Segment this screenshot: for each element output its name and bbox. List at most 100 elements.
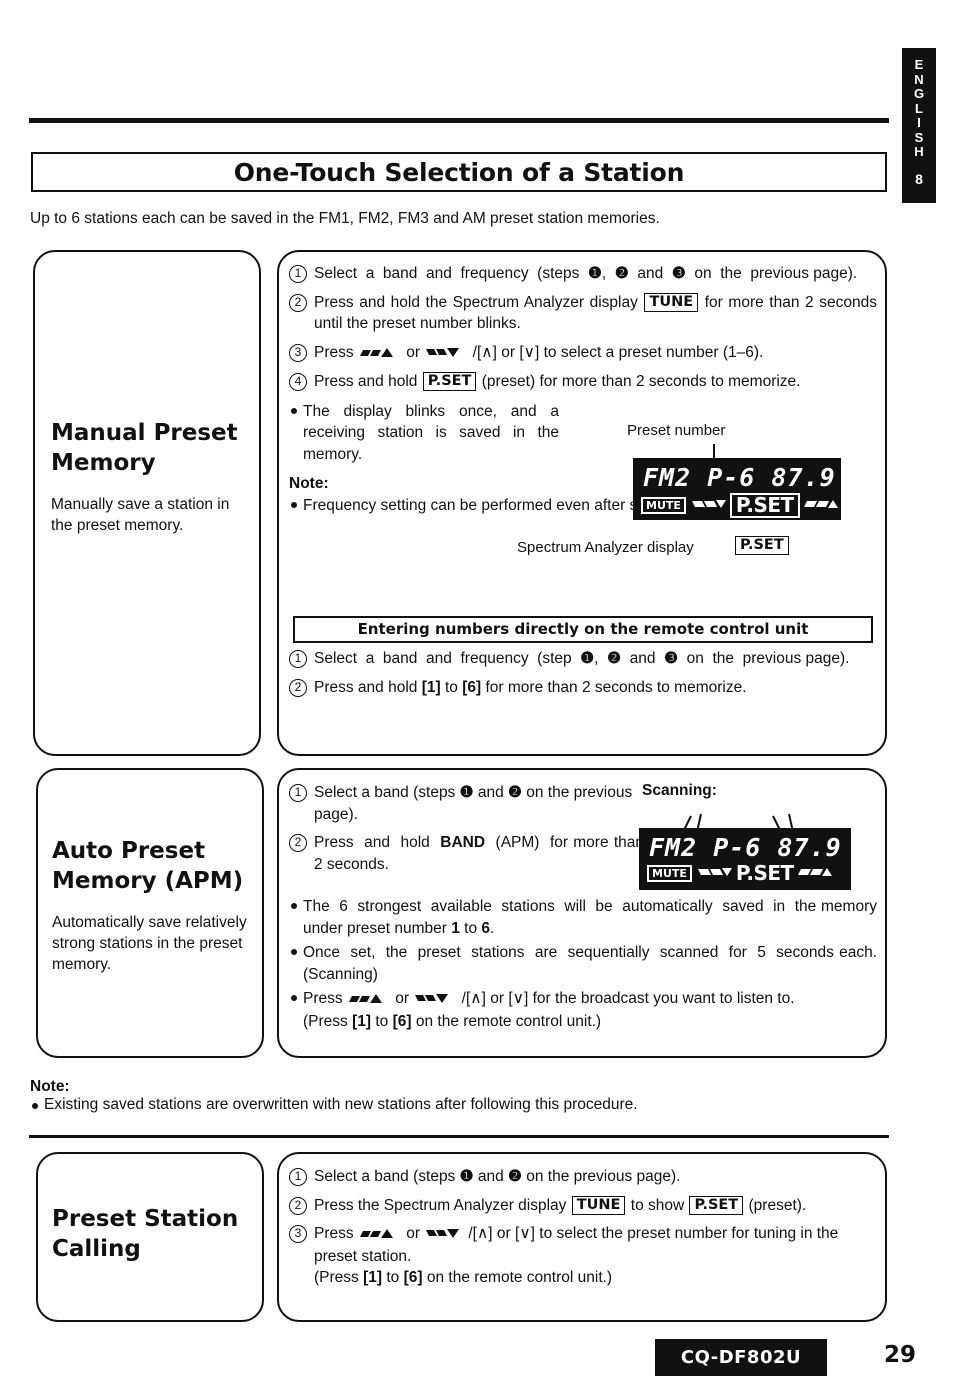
- key-1[interactable]: [1]: [422, 679, 441, 696]
- up-arrow-icon: [359, 343, 400, 365]
- step-number: 2: [289, 834, 307, 852]
- caption-preset-number: Preset number: [627, 422, 726, 439]
- step-row: 3 Press or /[∧] or [∨] to select the pre…: [289, 1223, 877, 1289]
- step-row: 1 Select a band and frequency (steps ❶, …: [289, 263, 877, 285]
- lcd-status-row: MUTE P.SET: [633, 492, 841, 518]
- bullet-text: The display blinks once, and a receiving…: [303, 402, 559, 463]
- down-bracket-key[interactable]: [∨]: [515, 1225, 535, 1242]
- bullet-text: Press or /[∧] or [∨] for the broadcast y…: [303, 989, 795, 1030]
- down-bracket-key[interactable]: [∨]: [519, 344, 539, 361]
- side-tab-letter: E: [914, 57, 924, 72]
- step-number: 3: [289, 343, 307, 362]
- step-row: 1 Select a band (steps ❶ and ❷ on the pr…: [289, 1166, 877, 1188]
- step-text: Press or /[∧] or [∨] to select the prese…: [314, 1224, 839, 1286]
- side-tab-letter: G: [913, 86, 925, 101]
- step-number: 1: [289, 784, 307, 802]
- step-text: Press the Spectrum Analyzer display TUNE…: [314, 1195, 807, 1215]
- bullet-dot: [291, 949, 297, 955]
- bullet-text: The 6 strongest available stations will …: [303, 898, 877, 937]
- divider-rule: [29, 1135, 889, 1138]
- step-row: 2 Press the Spectrum Analyzer display TU…: [289, 1195, 877, 1217]
- pset-key[interactable]: P.SET: [689, 1195, 744, 1215]
- lcd-pset-indicator: P.SET: [729, 493, 800, 518]
- step-text: Select a band (steps ❶ and ❷ on the prev…: [314, 1168, 681, 1185]
- section-heading-calling: Preset Station Calling: [52, 1206, 239, 1262]
- subsection-header: Entering numbers directly on the remote …: [293, 616, 873, 643]
- lcd-status-row: MUTE P.SET: [639, 862, 851, 884]
- section-manual-preset-panel: Manual Preset Memory Manually save a sta…: [33, 250, 261, 756]
- step-text: Press and hold P.SET (preset) for more t…: [314, 372, 801, 391]
- step-row: 2 Press and hold BAND (APM) for more tha…: [289, 832, 644, 875]
- key-6[interactable]: [6]: [404, 1269, 423, 1286]
- section-heading-apm: Auto Preset Memory (APM): [52, 838, 244, 894]
- down-bracket-key[interactable]: [∨]: [508, 990, 528, 1007]
- lcd-pset-indicator: P.SET: [735, 861, 794, 885]
- tune-key[interactable]: TUNE: [571, 1195, 626, 1215]
- key-6[interactable]: [6]: [393, 1013, 412, 1030]
- callout-line: [713, 444, 715, 462]
- lcd-display-manual: FM2 P-6 87.9 MUTE P.SET: [633, 458, 841, 520]
- key-1[interactable]: [1]: [363, 1269, 382, 1286]
- step-row: 1 Select a band and frequency (step ❶, ❷…: [289, 648, 877, 670]
- lcd-display-apm: FM2 P-6 87.9 MUTE P.SET: [639, 828, 851, 890]
- key-1[interactable]: [1]: [352, 1013, 371, 1030]
- step-text: Press or /[∧] or [∨] to select a preset …: [314, 342, 877, 365]
- page-title: One-Touch Selection of a Station: [233, 157, 685, 187]
- top-rule: [29, 118, 889, 123]
- bullet-row: Once set, the preset stations are sequen…: [289, 942, 877, 985]
- bullet-dot: [291, 407, 297, 414]
- bullet-row: Press or /[∧] or [∨] for the broadcast y…: [289, 988, 877, 1032]
- step-text: Select a band and frequency (steps ❶, ❷ …: [314, 265, 858, 282]
- lcd-frequency-text: FM2 P-6 87.9: [643, 463, 836, 492]
- pset-key[interactable]: P.SET: [422, 372, 477, 391]
- language-side-tab: E N G L I S H 8: [902, 48, 936, 203]
- down-arrow-icon: [426, 343, 466, 365]
- down-arrow-icon: [415, 989, 455, 1011]
- middle-note-text: Existing saved stations are overwritten …: [44, 1096, 638, 1113]
- step-text: Select a band (steps ❶ and ❷ on the prev…: [314, 784, 633, 823]
- step-number: 4: [289, 373, 307, 391]
- step-row: 2 Press and hold [1] to [6] for more tha…: [289, 677, 877, 699]
- right-bars-icon: [797, 865, 832, 883]
- middle-note-row: Existing saved stations are overwritten …: [30, 1096, 910, 1114]
- up-bracket-key[interactable]: [∧]: [473, 1225, 493, 1242]
- bullet-dot: [291, 995, 297, 1001]
- mute-indicator: MUTE: [647, 865, 692, 882]
- section-preset-calling-panel: Preset Station Calling: [36, 1152, 264, 1322]
- step-row: 1 Select a band (steps ❶ and ❷ on the pr…: [289, 782, 644, 825]
- section-preset-calling-steps-panel: 1 Select a band (steps ❶ and ❷ on the pr…: [277, 1152, 887, 1322]
- bullet-row: The 6 strongest available stations will …: [289, 896, 877, 939]
- key-6[interactable]: [6]: [462, 679, 481, 696]
- step-number: 3: [289, 1225, 307, 1243]
- side-tab-letter: N: [914, 71, 924, 87]
- middle-note: Note: Existing saved stations are overwr…: [30, 1078, 910, 1117]
- model-number-badge: CQ-DF802U: [655, 1339, 827, 1376]
- left-bars-icon: [697, 865, 732, 883]
- page-number: 29: [884, 1342, 917, 1368]
- band-key[interactable]: BAND: [440, 834, 485, 851]
- pset-key-caption[interactable]: P.SET: [735, 536, 789, 555]
- section-description-manual: Manually save a station in the preset me…: [51, 496, 230, 534]
- step-number: 1: [289, 265, 307, 283]
- step-text: Press and hold [1] to [6] for more than …: [314, 678, 747, 696]
- step-number: 2: [289, 293, 307, 312]
- tune-key[interactable]: TUNE: [644, 292, 699, 312]
- side-tab-number: 8: [915, 170, 923, 187]
- step-row: 4 Press and hold P.SET (preset) for more…: [289, 371, 877, 393]
- up-bracket-key[interactable]: [∧]: [477, 344, 497, 361]
- section-auto-preset-panel: Auto Preset Memory (APM) Automatically s…: [36, 768, 264, 1058]
- side-tab-letter: H: [914, 144, 924, 159]
- step-text: Press and hold BAND (APM) for more than …: [314, 834, 644, 873]
- up-bracket-key[interactable]: [∧]: [466, 990, 486, 1007]
- up-arrow-icon: [348, 989, 389, 1011]
- up-arrow-icon: [359, 1224, 400, 1246]
- section-heading-manual: Manual Preset Memory: [51, 420, 238, 476]
- step-text: Select a band and frequency (step ❶, ❷ a…: [314, 650, 850, 667]
- step-number: 1: [289, 1168, 307, 1186]
- down-arrow-icon: [426, 1224, 466, 1246]
- caption-scanning: Scanning:: [642, 782, 717, 799]
- bullet-text: Once set, the preset stations are sequen…: [303, 944, 877, 983]
- page-title-box: One-Touch Selection of a Station: [31, 152, 887, 192]
- step-number: 1: [289, 650, 307, 668]
- step-row: 3 Press or /[∧] or [∨] to select a prese…: [289, 342, 877, 365]
